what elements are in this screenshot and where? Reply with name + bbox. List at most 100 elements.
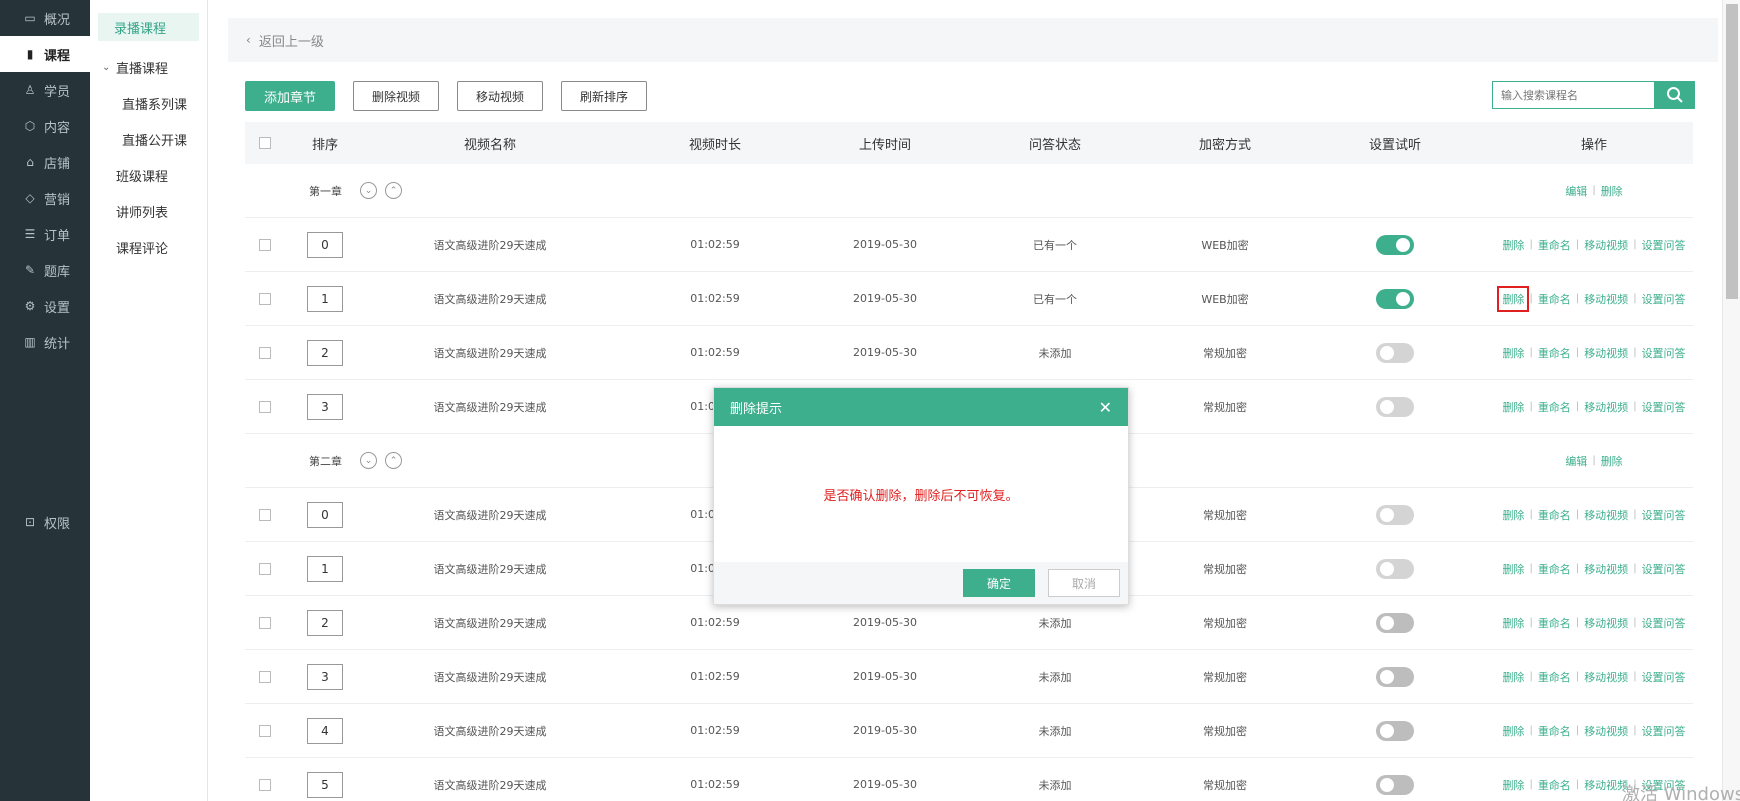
select-all-checkbox[interactable]: [259, 137, 271, 149]
row-rename-link[interactable]: 重命名: [1538, 507, 1571, 523]
row-rename-link[interactable]: 重命名: [1538, 723, 1571, 739]
row-checkbox[interactable]: [259, 778, 271, 791]
seq-input[interactable]: 2: [307, 339, 343, 366]
chapter-edit-link[interactable]: 编辑: [1565, 183, 1587, 199]
row-checkbox[interactable]: [259, 400, 271, 413]
delete-video-button[interactable]: 删除视频: [353, 81, 440, 111]
trial-toggle[interactable]: [1376, 612, 1414, 633]
add-chapter-button[interactable]: 添加章节: [245, 81, 336, 111]
row-rename-link[interactable]: 重命名: [1538, 399, 1571, 415]
row-qa-link[interactable]: 设置问答: [1642, 291, 1686, 307]
row-checkbox[interactable]: [259, 508, 271, 521]
collapse-down-icon[interactable]: ⌄: [360, 452, 377, 469]
seq-input[interactable]: 2: [307, 609, 343, 636]
subnav-live-series[interactable]: 直播系列课: [90, 85, 207, 121]
row-move-link[interactable]: 移动视频: [1584, 615, 1628, 631]
nav-item[interactable]: ✎ 题库: [0, 252, 90, 288]
row-qa-link[interactable]: 设置问答: [1642, 615, 1686, 631]
trial-toggle[interactable]: [1376, 666, 1414, 687]
row-delete-link[interactable]: 删除: [1502, 345, 1524, 361]
row-qa-link[interactable]: 设置问答: [1642, 669, 1686, 685]
nav-item[interactable]: ◇ 营销: [0, 180, 90, 216]
subnav-live-group[interactable]: ⌄ 直播课程: [90, 49, 207, 85]
seq-input[interactable]: 5: [307, 771, 343, 798]
row-move-link[interactable]: 移动视频: [1584, 669, 1628, 685]
seq-input[interactable]: 4: [307, 717, 343, 744]
subnav-live-open[interactable]: 直播公开课: [90, 121, 207, 157]
nav-item[interactable]: ☰ 订单: [0, 216, 90, 252]
trial-toggle[interactable]: [1376, 558, 1414, 579]
trial-toggle[interactable]: [1376, 720, 1414, 741]
seq-input[interactable]: 1: [307, 285, 343, 312]
row-rename-link[interactable]: 重命名: [1538, 615, 1571, 631]
row-qa-link[interactable]: 设置问答: [1642, 561, 1686, 577]
row-checkbox[interactable]: [259, 238, 271, 251]
trial-toggle[interactable]: [1376, 342, 1414, 363]
subnav-comments[interactable]: 课程评论: [90, 229, 207, 265]
subnav-class[interactable]: 班级课程: [90, 157, 207, 193]
row-qa-link[interactable]: 设置问答: [1642, 237, 1686, 253]
row-move-link[interactable]: 移动视频: [1584, 345, 1628, 361]
seq-input[interactable]: 0: [307, 231, 343, 258]
page-scrollbar[interactable]: [1722, 0, 1740, 801]
seq-input[interactable]: 0: [307, 501, 343, 528]
move-video-button[interactable]: 移动视频: [457, 81, 544, 111]
expand-up-icon[interactable]: ⌃: [385, 452, 402, 469]
row-delete-link[interactable]: 删除: [1502, 237, 1524, 253]
row-delete-link[interactable]: 删除: [1497, 285, 1530, 312]
row-move-link[interactable]: 移动视频: [1584, 291, 1628, 307]
scrollbar-thumb[interactable]: [1726, 4, 1738, 299]
chapter-edit-link[interactable]: 编辑: [1565, 453, 1587, 469]
seq-input[interactable]: 1: [307, 555, 343, 582]
confirm-button[interactable]: 确定: [963, 569, 1035, 597]
row-move-link[interactable]: 移动视频: [1584, 237, 1628, 253]
row-checkbox[interactable]: [259, 670, 271, 683]
nav-item-permission[interactable]: ⊡ 权限: [0, 504, 90, 540]
search-input[interactable]: [1492, 81, 1655, 109]
subnav-teachers[interactable]: 讲师列表: [90, 193, 207, 229]
collapse-down-icon[interactable]: ⌄: [360, 182, 377, 199]
row-move-link[interactable]: 移动视频: [1584, 399, 1628, 415]
row-delete-link[interactable]: 删除: [1502, 399, 1524, 415]
row-rename-link[interactable]: 重命名: [1538, 669, 1571, 685]
row-qa-link[interactable]: 设置问答: [1642, 507, 1686, 523]
row-delete-link[interactable]: 删除: [1502, 777, 1524, 793]
row-delete-link[interactable]: 删除: [1502, 723, 1524, 739]
expand-up-icon[interactable]: ⌃: [385, 182, 402, 199]
nav-item[interactable]: ▮ 课程: [0, 36, 90, 72]
row-checkbox[interactable]: [259, 562, 271, 575]
row-qa-link[interactable]: 设置问答: [1642, 399, 1686, 415]
row-checkbox[interactable]: [259, 346, 271, 359]
nav-item[interactable]: ⌂ 店铺: [0, 144, 90, 180]
seq-input[interactable]: 3: [307, 393, 343, 420]
row-rename-link[interactable]: 重命名: [1538, 237, 1571, 253]
row-rename-link[interactable]: 重命名: [1538, 777, 1571, 793]
nav-item[interactable]: ▥ 统计: [0, 324, 90, 360]
back-link[interactable]: ‹ 返回上一级: [228, 18, 1718, 62]
row-rename-link[interactable]: 重命名: [1538, 291, 1571, 307]
row-delete-link[interactable]: 删除: [1502, 561, 1524, 577]
trial-toggle[interactable]: [1376, 234, 1414, 255]
row-qa-link[interactable]: 设置问答: [1642, 723, 1686, 739]
trial-toggle[interactable]: [1376, 774, 1414, 795]
seq-input[interactable]: 3: [307, 663, 343, 690]
nav-item[interactable]: ♙ 学员: [0, 72, 90, 108]
nav-item[interactable]: ⬡ 内容: [0, 108, 90, 144]
chapter-delete-link[interactable]: 删除: [1601, 183, 1623, 199]
nav-item[interactable]: ⚙ 设置: [0, 288, 90, 324]
row-delete-link[interactable]: 删除: [1502, 507, 1524, 523]
row-qa-link[interactable]: 设置问答: [1642, 345, 1686, 361]
trial-toggle[interactable]: [1376, 288, 1414, 309]
refresh-order-button[interactable]: 刷新排序: [561, 81, 648, 111]
nav-item[interactable]: ▭ 概况: [0, 0, 90, 36]
chapter-delete-link[interactable]: 删除: [1601, 453, 1623, 469]
row-move-link[interactable]: 移动视频: [1584, 723, 1628, 739]
row-move-link[interactable]: 移动视频: [1584, 507, 1628, 523]
trial-toggle[interactable]: [1376, 504, 1414, 525]
row-move-link[interactable]: 移动视频: [1584, 561, 1628, 577]
search-button[interactable]: [1655, 81, 1695, 109]
row-checkbox[interactable]: [259, 292, 271, 305]
trial-toggle[interactable]: [1376, 396, 1414, 417]
row-delete-link[interactable]: 删除: [1502, 669, 1524, 685]
cancel-button[interactable]: 取消: [1048, 569, 1120, 597]
